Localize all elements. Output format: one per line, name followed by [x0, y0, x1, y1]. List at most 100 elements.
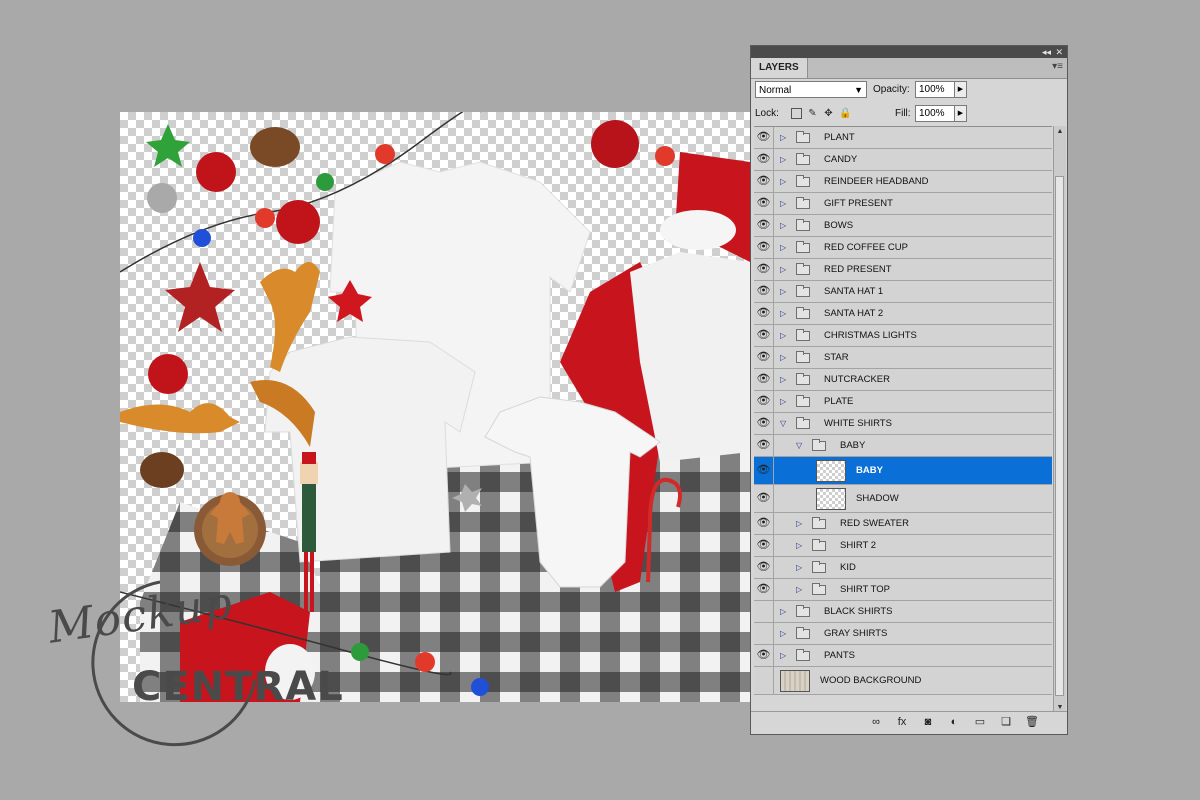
new-group-icon[interactable]: ▭ [973, 716, 987, 729]
expand-triangle-closed-icon[interactable]: ▷ [780, 309, 786, 319]
eye-visibility-icon[interactable]: 👁 [754, 485, 774, 512]
expand-triangle-closed-icon[interactable]: ▷ [796, 541, 802, 551]
eye-visibility-icon[interactable]: 👁 [754, 171, 774, 192]
expand-triangle-closed-icon[interactable]: ▷ [780, 287, 786, 297]
lock-all-icon[interactable]: 🔒 [839, 108, 851, 119]
collapse-panel-button[interactable]: ◂◂ [1042, 46, 1051, 58]
link-icon[interactable]: ∞ [869, 716, 883, 729]
layer-row-plate[interactable]: 👁 ▷ PLATE [754, 391, 1052, 413]
expand-triangle-closed-icon[interactable]: ▷ [780, 651, 786, 661]
visibility-toggle-empty[interactable] [754, 601, 774, 622]
expand-triangle-closed-icon[interactable]: ▷ [780, 607, 786, 617]
layer-name: BOWS [824, 220, 854, 231]
eye-visibility-icon[interactable]: 👁 [754, 325, 774, 346]
layer-row-red-sweater[interactable]: 👁 ▷ RED SWEATER [754, 513, 1052, 535]
expand-triangle-closed-icon[interactable]: ▷ [780, 133, 786, 143]
layer-row-christmas-lights[interactable]: 👁 ▷ CHRISTMAS LIGHTS [754, 325, 1052, 347]
fx-icon[interactable]: fx [895, 716, 909, 729]
layer-row-baby[interactable]: 👁 BABY [754, 457, 1052, 485]
opacity-field[interactable]: 100% [915, 81, 955, 98]
layer-row-gray-shirts[interactable]: ▷ GRAY SHIRTS [754, 623, 1052, 645]
expand-triangle-closed-icon[interactable]: ▷ [780, 265, 786, 275]
expand-triangle-closed-icon[interactable]: ▷ [780, 199, 786, 209]
eye-visibility-icon[interactable]: 👁 [754, 435, 774, 456]
eye-visibility-icon[interactable]: 👁 [754, 645, 774, 666]
visibility-toggle-empty[interactable] [754, 667, 774, 694]
layer-row-pants[interactable]: 👁 ▷ PANTS [754, 645, 1052, 667]
eye-visibility-icon[interactable]: 👁 [754, 303, 774, 324]
expand-triangle-closed-icon[interactable]: ▷ [780, 629, 786, 639]
layer-name: RED PRESENT [824, 264, 892, 275]
layer-row-shirt-top[interactable]: 👁 ▷ SHIRT TOP [754, 579, 1052, 601]
layer-row-bows[interactable]: 👁 ▷ BOWS [754, 215, 1052, 237]
expand-triangle-open-icon[interactable]: ▽ [796, 441, 802, 451]
layer-row-wood-background[interactable]: WOOD BACKGROUND [754, 667, 1052, 695]
eye-visibility-icon[interactable]: 👁 [754, 237, 774, 258]
mask-icon[interactable]: ◙ [921, 716, 935, 729]
trash-icon[interactable]: 🗑 [1025, 716, 1039, 729]
adjustment-icon[interactable]: ◐ [947, 716, 961, 729]
chevron-down-icon: ▼ [854, 85, 863, 95]
new-layer-icon[interactable]: ❏ [999, 716, 1013, 729]
expand-triangle-closed-icon[interactable]: ▷ [780, 155, 786, 165]
expand-triangle-closed-icon[interactable]: ▷ [780, 221, 786, 231]
layers-list: 👁 ▷ PLANT 👁 ▷ CANDY 👁 ▷ REINDEER HEADBAND 👁 ▷ GIFT … [754, 126, 1052, 715]
layer-row-nutcracker[interactable]: 👁 ▷ NUTCRACKER [754, 369, 1052, 391]
layer-row-santa-hat-2[interactable]: 👁 ▷ SANTA HAT 2 [754, 303, 1052, 325]
layer-row-black-shirts[interactable]: ▷ BLACK SHIRTS [754, 601, 1052, 623]
layer-row-shadow[interactable]: 👁 SHADOW [754, 485, 1052, 513]
expand-triangle-closed-icon[interactable]: ▷ [780, 397, 786, 407]
fill-slider-button[interactable]: ▶ [954, 105, 967, 122]
panel-title-bar[interactable]: ◂◂ ✕ [751, 46, 1067, 58]
eye-visibility-icon[interactable]: 👁 [754, 259, 774, 280]
eye-visibility-icon[interactable]: 👁 [754, 193, 774, 214]
tab-layers[interactable]: LAYERS [751, 58, 808, 78]
eye-visibility-icon[interactable]: 👁 [754, 149, 774, 170]
eye-visibility-icon[interactable]: 👁 [754, 457, 774, 484]
eye-visibility-icon[interactable]: 👁 [754, 391, 774, 412]
expand-triangle-closed-icon[interactable]: ▷ [780, 353, 786, 363]
fill-field[interactable]: 100% [915, 105, 955, 122]
eye-visibility-icon[interactable]: 👁 [754, 535, 774, 556]
panel-menu-icon[interactable]: ▾≡ [1052, 61, 1063, 72]
expand-triangle-closed-icon[interactable]: ▷ [796, 519, 802, 529]
expand-triangle-closed-icon[interactable]: ▷ [796, 585, 802, 595]
layer-row-red-coffee-cup[interactable]: 👁 ▷ RED COFFEE CUP [754, 237, 1052, 259]
visibility-toggle-empty[interactable] [754, 623, 774, 644]
scroll-thumb[interactable] [1055, 176, 1064, 696]
eye-visibility-icon[interactable]: 👁 [754, 579, 774, 600]
eye-visibility-icon[interactable]: 👁 [754, 347, 774, 368]
lock-image-brush-icon[interactable]: ✎ [807, 108, 818, 119]
blend-mode-select[interactable]: Normal ▼ [755, 81, 867, 98]
lock-position-move-icon[interactable]: ✥ [823, 108, 834, 119]
eye-visibility-icon[interactable]: 👁 [754, 215, 774, 236]
opacity-slider-button[interactable]: ▶ [954, 81, 967, 98]
close-panel-button[interactable]: ✕ [1055, 46, 1063, 58]
eye-visibility-icon[interactable]: 👁 [754, 281, 774, 302]
eye-visibility-icon[interactable]: 👁 [754, 127, 774, 148]
expand-triangle-closed-icon[interactable]: ▷ [780, 177, 786, 187]
expand-triangle-closed-icon[interactable]: ▷ [780, 331, 786, 341]
layer-row-red-present[interactable]: 👁 ▷ RED PRESENT [754, 259, 1052, 281]
layer-row-santa-hat-1[interactable]: 👁 ▷ SANTA HAT 1 [754, 281, 1052, 303]
layer-row-candy[interactable]: 👁 ▷ CANDY [754, 149, 1052, 171]
expand-triangle-closed-icon[interactable]: ▷ [780, 375, 786, 385]
lock-transparency-icon[interactable] [791, 108, 802, 119]
expand-triangle-open-icon[interactable]: ▽ [780, 419, 786, 429]
layer-row-gift-present[interactable]: 👁 ▷ GIFT PRESENT [754, 193, 1052, 215]
layers-scrollbar[interactable]: ▲ ▼ [1053, 126, 1066, 714]
scroll-up-icon[interactable]: ▲ [1054, 126, 1066, 138]
eye-visibility-icon[interactable]: 👁 [754, 413, 774, 434]
layer-row-white-shirts[interactable]: 👁 ▽ WHITE SHIRTS [754, 413, 1052, 435]
layer-row-reindeer-headband[interactable]: 👁 ▷ REINDEER HEADBAND [754, 171, 1052, 193]
expand-triangle-closed-icon[interactable]: ▷ [796, 563, 802, 573]
layer-row-star[interactable]: 👁 ▷ STAR [754, 347, 1052, 369]
eye-visibility-icon[interactable]: 👁 [754, 369, 774, 390]
expand-triangle-closed-icon[interactable]: ▷ [780, 243, 786, 253]
eye-visibility-icon[interactable]: 👁 [754, 557, 774, 578]
layer-row-shirt-2[interactable]: 👁 ▷ SHIRT 2 [754, 535, 1052, 557]
layer-row-plant[interactable]: 👁 ▷ PLANT [754, 127, 1052, 149]
eye-visibility-icon[interactable]: 👁 [754, 513, 774, 534]
layer-row-kid[interactable]: 👁 ▷ KID [754, 557, 1052, 579]
layer-row-baby[interactable]: 👁 ▽ BABY [754, 435, 1052, 457]
